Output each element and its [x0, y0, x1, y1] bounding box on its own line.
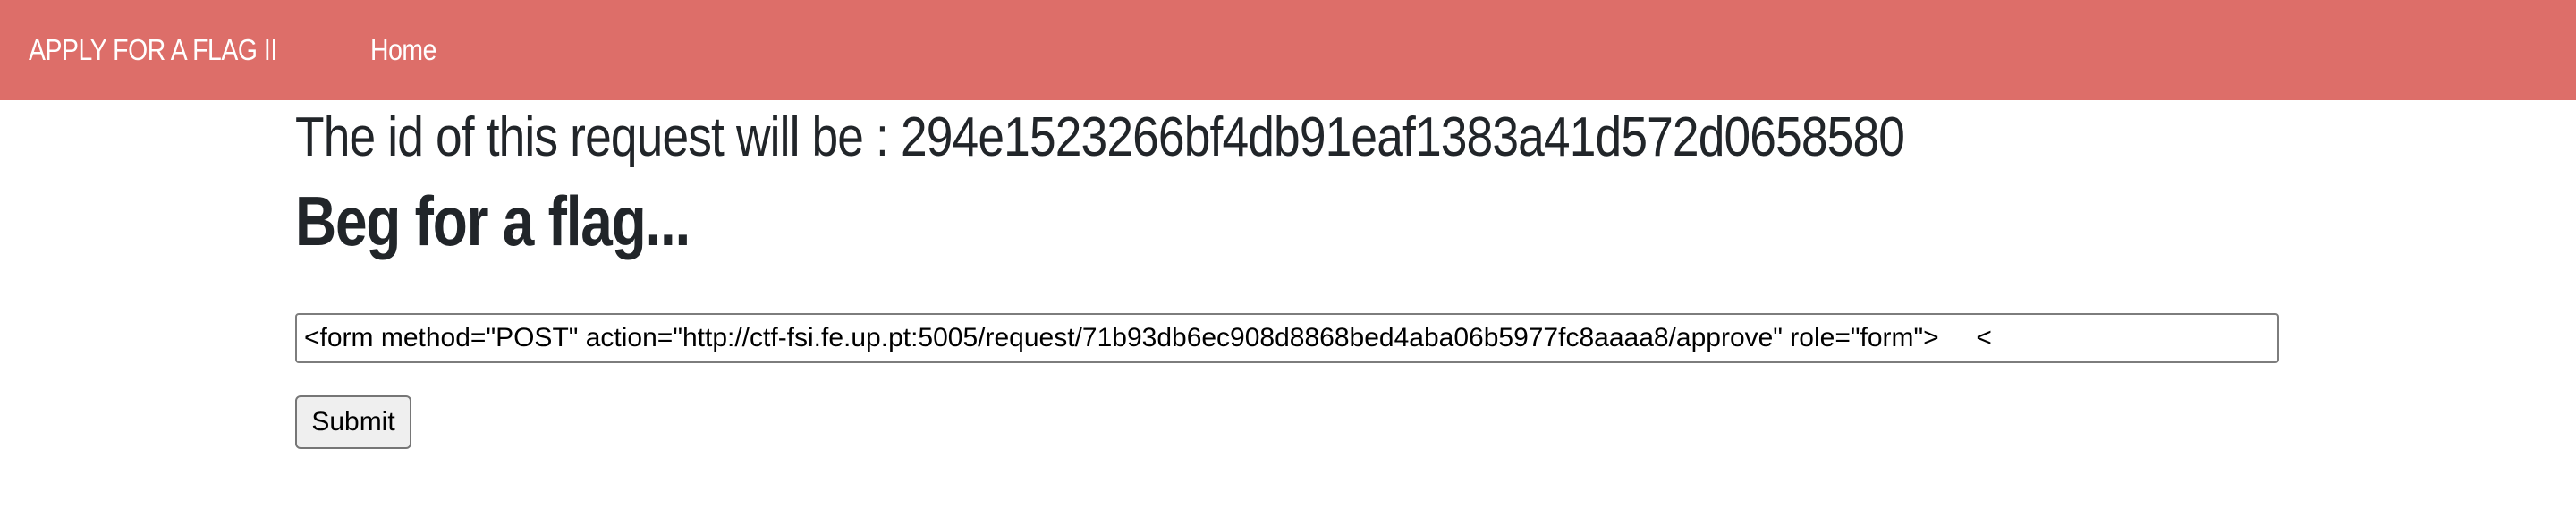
request-id-value: 294e1523266bf4db91eaf1383a41d572d0658580 [900, 106, 1905, 168]
top-navbar: APPLY FOR A FLAG II Home [0, 0, 2576, 100]
nav-link-home[interactable]: Home [370, 33, 436, 67]
navbar-brand[interactable]: APPLY FOR A FLAG II [29, 33, 277, 67]
page-title: Beg for a flag... [295, 182, 691, 260]
request-text-input[interactable] [295, 313, 2279, 363]
submit-button[interactable]: Submit [295, 395, 411, 449]
request-id-prefix: The id of this request will be : [295, 106, 901, 168]
request-id-heading: The id of this request will be : 294e152… [295, 106, 1905, 169]
